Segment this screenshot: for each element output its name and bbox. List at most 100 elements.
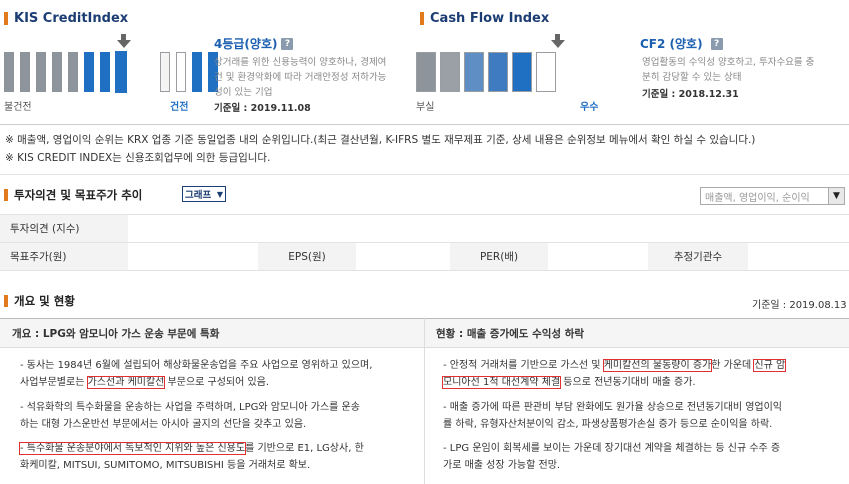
overview-left-heading: 개요 : LPG와 암모니아 가스 운송 부문에 특화 [12, 328, 220, 340]
cf-indicator-arrow-icon [551, 40, 565, 48]
overview-right-paragraph-1: - 안정적 거래처를 기반으로 가스선 및 케미칼선의 물동량이 증가한 가운데… [441, 357, 843, 391]
kis-bar-10 [176, 52, 186, 92]
opinion-title-text: 투자의견 및 목표주가 추이 [14, 188, 143, 202]
kis-bar-5 [68, 52, 78, 92]
estimators-label: 추정기관수 [648, 242, 748, 271]
kis-right-label: 건전 [170, 102, 189, 113]
overview-right-heading: 현황 : 매출 증가에도 수익성 하락 [436, 328, 585, 340]
highlighted-text: - 특수화물 운송분야에서 독보적인 지위와 높은 신용도 [18, 442, 247, 455]
eps-value [356, 242, 450, 271]
text-line: 사업부문별로는 가스선과 케미칼선 부문으로 구성되어 있음. [20, 374, 416, 391]
text-line: 하는 대형 가스운반선 부문에서는 아시아 굴지의 선단을 갖추고 있음. [20, 419, 307, 430]
metric-select-value: 매출액, 영업이익, 순이익 [705, 192, 810, 204]
section-marker [4, 295, 8, 307]
opinion-section-title: 투자의견 및 목표주가 추이 [4, 187, 142, 203]
target-price-label: 목표주가(원) [0, 242, 128, 271]
text-line: - LPG 운임이 회복세를 보이는 가운데 장기대선 계약을 체결하는 등 신… [443, 443, 781, 454]
cf-desc-line-2: 분히 감당할 수 있는 상태 [642, 72, 742, 83]
overview-title-text: 개요 및 현황 [14, 294, 75, 308]
help-icon[interactable]: ? [281, 37, 294, 50]
estimators-value [748, 242, 849, 271]
graph-select-value: 그래프 [185, 190, 212, 201]
chevron-down-icon[interactable]: ▼ [828, 188, 844, 204]
kis-credit-index-title: KIS CreditIndex [4, 11, 128, 26]
text-line: 화케미칼, MITSUI, SUMITOMO, MITSUBISHI 등을 거래… [20, 460, 311, 471]
text-span: 를 기반으로 E1, LG상사, 한 [245, 443, 364, 454]
cf-bar-2 [440, 52, 460, 92]
kis-description: 상거래를 위한 신용능력이 양호하나, 경제여 건 및 환경악화에 따라 거래안… [214, 55, 386, 100]
kis-bar-6 [84, 52, 94, 92]
overview-date: 기준일 : 2019.08.13 [752, 300, 847, 311]
text-span: 등으로 전년동기대비 매출 증가. [560, 377, 696, 388]
cf-bar-5-selected [512, 52, 532, 92]
divider [0, 174, 849, 175]
kis-grade-text: 4등급(양호) [214, 37, 278, 51]
kis-date: 기준일 : 2019.11.08 [214, 100, 311, 114]
cf-grade: CF2 (양호) ? [640, 35, 723, 52]
section-marker [4, 12, 8, 25]
text-line: 률 하락, 유형자산처분이익 감소, 파생상품평가손실 증가 등으로 순이익을 … [443, 419, 773, 430]
highlighted-text: 신규 암 [753, 359, 787, 372]
graph-select[interactable]: 그래프 ▼ [182, 186, 226, 202]
text-line: - 동사는 1984년 6월에 설립되어 해상화물운송업을 주요 사업으로 영위… [20, 360, 373, 371]
note-ranking: ※ 매출액, 영업이익 순위는 KRX 업종 기준 동일업종 내의 순위입니다.… [5, 134, 756, 146]
opinion-table: 투자의견 (지수) 목표주가(원) EPS(원) PER(배) 추정기관수 [0, 214, 849, 271]
kis-bar-1 [4, 52, 14, 92]
opinion-value [128, 214, 849, 243]
text-span: - 안정적 거래처를 기반으로 가스선 및 [443, 360, 604, 371]
kis-left-label: 불건전 [4, 102, 32, 113]
kis-bar-9 [160, 52, 170, 92]
cf-bar-4 [488, 52, 508, 92]
divider [0, 124, 849, 125]
text-line: 가로 매출 성장 가능할 전망. [443, 460, 561, 471]
text-span: 부문으로 구성되어 있음. [164, 377, 270, 388]
kis-grade: 4등급(양호) ? [214, 35, 294, 52]
column-divider [424, 318, 425, 484]
cf-grade-bars [416, 52, 560, 92]
kis-bar-selected [115, 51, 127, 93]
text-line: - 매출 증가에 따른 판관비 부담 완화에도 원가율 상승으로 전년동기대비 … [443, 402, 782, 413]
cf-desc-line-1: 영업활동의 수익성 양호하고, 투자수요를 충 [642, 57, 815, 68]
kis-bar-3 [36, 52, 46, 92]
kis-indicator-arrow-icon [117, 40, 131, 48]
kis-bar-7 [100, 52, 110, 92]
highlighted-text: 가스선과 케미칼선 [86, 376, 166, 389]
opinion-label: 투자의견 (지수) [0, 214, 128, 243]
kis-title-text: KIS CreditIndex [14, 11, 129, 26]
text-line: - 안정적 거래처를 기반으로 가스선 및 케미칼선의 물동량이 증가한 가운데… [443, 357, 843, 374]
kis-desc-line-1: 상거래를 위한 신용능력이 양호하나, 경제여 [214, 57, 387, 68]
overview-left-paragraph-1: - 동사는 1984년 6월에 설립되어 해상화물운송업을 주요 사업으로 영위… [20, 357, 416, 391]
text-line: - 석유화학의 특수화물을 운송하는 사업을 주력하며, LPG와 암모니아 가… [20, 402, 360, 413]
kis-desc-line-3: 성이 있는 기업 [214, 87, 273, 98]
section-marker [4, 189, 8, 201]
help-icon[interactable]: ? [710, 37, 723, 50]
kis-grade-bars [4, 51, 224, 93]
cf-right-label: 우수 [580, 102, 599, 113]
cf-left-label: 부실 [416, 102, 435, 113]
text-span: 사업부문별로는 [20, 377, 88, 388]
cf-date: 기준일 : 2018.12.31 [642, 86, 739, 100]
overview-left-paragraph-3: - 특수화물 운송분야에서 독보적인 지위와 높은 신용도를 기반으로 E1, … [18, 440, 416, 474]
overview-left-paragraph-2: - 석유화학의 특수화물을 운송하는 사업을 주력하며, LPG와 암모니아 가… [20, 399, 416, 433]
overview-right-paragraph-2: - 매출 증가에 따른 판관비 부담 완화에도 원가율 상승으로 전년동기대비 … [443, 399, 843, 433]
kis-desc-line-2: 건 및 환경악화에 따라 거래안정성 저하가능 [214, 72, 387, 83]
overview-right-paragraph-3: - LPG 운임이 회복세를 보이는 가운데 장기대선 계약을 체결하는 등 신… [443, 440, 843, 474]
per-value [548, 242, 648, 271]
kis-bar-2 [20, 52, 30, 92]
cf-description: 영업활동의 수익성 양호하고, 투자수요를 충 분히 감당할 수 있는 상태 [642, 55, 814, 85]
highlighted-text: 모니아선 1척 대선계약 체결 [441, 376, 562, 389]
table-row: 투자의견 (지수) [0, 214, 849, 243]
text-line: - 특수화물 운송분야에서 독보적인 지위와 높은 신용도를 기반으로 E1, … [18, 440, 416, 457]
kis-date-value: 2019.11.08 [250, 103, 311, 114]
cash-flow-index-title: Cash Flow Index [420, 11, 549, 26]
metric-select[interactable]: 매출액, 영업이익, 순이익 ▼ [700, 187, 845, 205]
kis-bar-11 [192, 52, 202, 92]
overview-section-title: 개요 및 현황 [4, 293, 75, 309]
text-line: 모니아선 1척 대선계약 체결 등으로 전년동기대비 매출 증가. [441, 374, 843, 391]
cf-grade-text: CF2 (양호) [640, 37, 703, 51]
eps-label: EPS(원) [258, 242, 356, 271]
cashflow-title-text: Cash Flow Index [430, 11, 550, 26]
highlighted-text: 케미칼선의 물동량이 증가 [602, 359, 713, 372]
chevron-down-icon: ▼ [216, 189, 223, 199]
cf-bar-6 [536, 52, 556, 92]
